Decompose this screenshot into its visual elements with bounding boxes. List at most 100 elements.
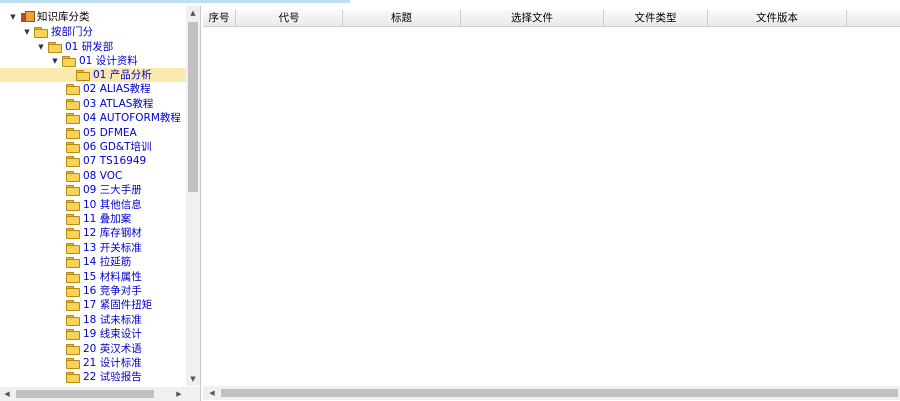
folder-icon bbox=[66, 358, 80, 369]
scroll-thumb[interactable] bbox=[16, 390, 154, 398]
top-accent bbox=[0, 0, 350, 3]
scroll-left-icon[interactable]: ◀ bbox=[205, 386, 219, 400]
tree-item-label: 05 DFMEA bbox=[83, 126, 137, 139]
tree-node-label: 按部门分 bbox=[51, 26, 93, 38]
tree-node-design-docs[interactable]: ▼ 01 设计资料 bbox=[50, 54, 138, 68]
folder-icon bbox=[66, 300, 80, 312]
collapse-toggle-icon[interactable]: ▼ bbox=[50, 54, 60, 68]
tree-item[interactable]: 10 其他信息 bbox=[64, 198, 142, 212]
tree-item-label: 01 产品分析 bbox=[93, 69, 152, 81]
tree-item-label: 20 英汉术语 bbox=[83, 342, 142, 355]
tree-item-label: 09 三大手册 bbox=[83, 184, 142, 197]
folder-icon bbox=[66, 156, 80, 168]
scroll-thumb[interactable] bbox=[221, 389, 898, 397]
tree-item-label: 02 ALIAS教程 bbox=[83, 83, 151, 96]
tree-item-label: 21 设计标准 bbox=[83, 357, 142, 369]
tree-item-label: 03 ATLAS教程 bbox=[83, 97, 154, 110]
folder-icon bbox=[34, 27, 48, 38]
tree-item-label: 16 竞争对手 bbox=[83, 285, 142, 297]
tree-item[interactable]: 16 竞争对手 bbox=[64, 284, 142, 298]
document-grid: 序号 代号 标题 选择文件 文件类型 文件版本 ◀ bbox=[203, 10, 900, 401]
scroll-thumb[interactable] bbox=[188, 22, 198, 192]
tree-item[interactable]: 12 库存钢材 bbox=[64, 226, 142, 240]
tree-item[interactable]: 03 ATLAS教程 bbox=[64, 97, 153, 111]
folder-icon bbox=[66, 185, 80, 197]
column-header[interactable]: 标题 bbox=[343, 10, 461, 26]
folder-icon bbox=[66, 314, 80, 326]
tree-pane: ▼ 知识库分类 ▼ 按部门分 ▼ 01 研发部 ▼ 01 设计资料 01 产品分… bbox=[0, 6, 201, 401]
tree-item[interactable]: 13 开关标准 bbox=[64, 241, 142, 255]
tree-item-label: 17 紧固件扭矩 bbox=[83, 299, 153, 312]
folder-icon bbox=[66, 286, 80, 297]
folder-icon bbox=[66, 271, 80, 283]
folder-icon bbox=[66, 170, 80, 182]
folder-icon bbox=[66, 228, 80, 240]
folder-icon bbox=[66, 127, 80, 139]
grid-horizontal-scrollbar[interactable]: ◀ bbox=[203, 386, 900, 400]
tree-item[interactable]: 21 设计标准 bbox=[64, 356, 142, 370]
folder-icon bbox=[66, 214, 80, 225]
tree-item[interactable]: 19 线束设计 bbox=[64, 327, 142, 341]
tree-item[interactable]: 09 三大手册 bbox=[64, 183, 142, 197]
grid-header: 序号 代号 标题 选择文件 文件类型 文件版本 bbox=[203, 10, 900, 27]
folder-icon bbox=[62, 56, 76, 67]
tree-node-label: 知识库分类 bbox=[37, 11, 90, 23]
tree-item-label: 08 VOC bbox=[83, 169, 123, 182]
tree-item[interactable]: 18 试未标准 bbox=[64, 313, 142, 327]
collapse-toggle-icon[interactable]: ▼ bbox=[36, 40, 46, 54]
collapse-toggle-icon[interactable]: ▼ bbox=[22, 25, 32, 39]
grid-body[interactable] bbox=[203, 27, 900, 383]
tree-item[interactable]: 22 试验报告 bbox=[64, 370, 142, 384]
collapse-toggle-icon[interactable]: ▼ bbox=[8, 10, 18, 24]
scroll-right-icon[interactable]: ▶ bbox=[172, 387, 186, 401]
tree-item[interactable]: 01 产品分析 bbox=[0, 68, 186, 82]
tree-item[interactable]: 11 叠加案 bbox=[64, 212, 131, 226]
tree-item[interactable]: 14 拉延筋 bbox=[64, 255, 131, 269]
tree-item[interactable]: 02 ALIAS教程 bbox=[64, 82, 151, 96]
tree-item[interactable]: 17 紧固件扭矩 bbox=[64, 298, 152, 312]
column-header[interactable]: 选择文件 bbox=[461, 10, 604, 26]
tree-item-label: 10 其他信息 bbox=[83, 198, 142, 211]
tree-item[interactable]: 20 英汉术语 bbox=[64, 342, 142, 356]
folder-icon bbox=[66, 372, 80, 384]
tree-item-label: 18 试未标准 bbox=[83, 313, 142, 326]
tree-item-label: 13 开关标准 bbox=[83, 241, 142, 254]
tree-node-label: 01 设计资料 bbox=[79, 55, 138, 67]
top-bar bbox=[0, 0, 900, 4]
column-header[interactable]: 代号 bbox=[236, 10, 343, 26]
tree-item[interactable]: 05 DFMEA bbox=[64, 126, 137, 140]
tree-horizontal-scrollbar[interactable]: ◀ ▶ bbox=[0, 387, 186, 401]
folder-icon bbox=[66, 84, 80, 96]
folder-icon bbox=[66, 113, 80, 125]
folder-icon bbox=[66, 242, 80, 254]
scroll-left-icon[interactable]: ◀ bbox=[0, 387, 14, 401]
folder-icon bbox=[66, 257, 80, 269]
column-header[interactable]: 文件类型 bbox=[604, 10, 708, 26]
tree-item[interactable]: 08 VOC bbox=[64, 169, 122, 183]
tree-item[interactable]: 15 材料属性 bbox=[64, 270, 142, 284]
tree-item-label: 06 GD&T培训 bbox=[83, 141, 152, 153]
tree-node-rnd[interactable]: ▼ 01 研发部 bbox=[36, 40, 113, 54]
folder-icon bbox=[76, 70, 90, 81]
tree-item-label: 11 叠加案 bbox=[83, 213, 132, 225]
tree-node-by-department[interactable]: ▼ 按部门分 bbox=[22, 25, 93, 39]
tree-vertical-scrollbar[interactable]: ▲ ▼ bbox=[186, 6, 200, 386]
tree-item-label: 04 AUTOFORM教程 bbox=[83, 112, 181, 125]
column-header[interactable]: 文件版本 bbox=[708, 10, 847, 26]
tree-item[interactable]: 06 GD&T培训 bbox=[64, 140, 152, 154]
column-header[interactable]: 序号 bbox=[203, 10, 236, 26]
tree-node-root[interactable]: ▼ 知识库分类 bbox=[8, 10, 90, 24]
folder-icon bbox=[66, 142, 80, 153]
category-tree[interactable]: ▼ 知识库分类 ▼ 按部门分 ▼ 01 研发部 ▼ 01 设计资料 01 产品分… bbox=[0, 6, 186, 386]
tree-item-label: 19 线束设计 bbox=[83, 328, 142, 341]
tree-node-label: 01 研发部 bbox=[65, 41, 114, 53]
scroll-up-icon[interactable]: ▲ bbox=[186, 6, 200, 20]
folder-icon bbox=[66, 329, 80, 341]
tree-item[interactable]: 07 TS16949 bbox=[64, 154, 146, 168]
tree-item-label: 14 拉延筋 bbox=[83, 256, 132, 269]
tree-item[interactable]: 04 AUTOFORM教程 bbox=[64, 111, 181, 125]
folder-icon bbox=[48, 42, 62, 53]
folder-icon bbox=[66, 98, 80, 110]
tree-item-label: 07 TS16949 bbox=[83, 155, 147, 168]
scroll-down-icon[interactable]: ▼ bbox=[186, 372, 200, 386]
